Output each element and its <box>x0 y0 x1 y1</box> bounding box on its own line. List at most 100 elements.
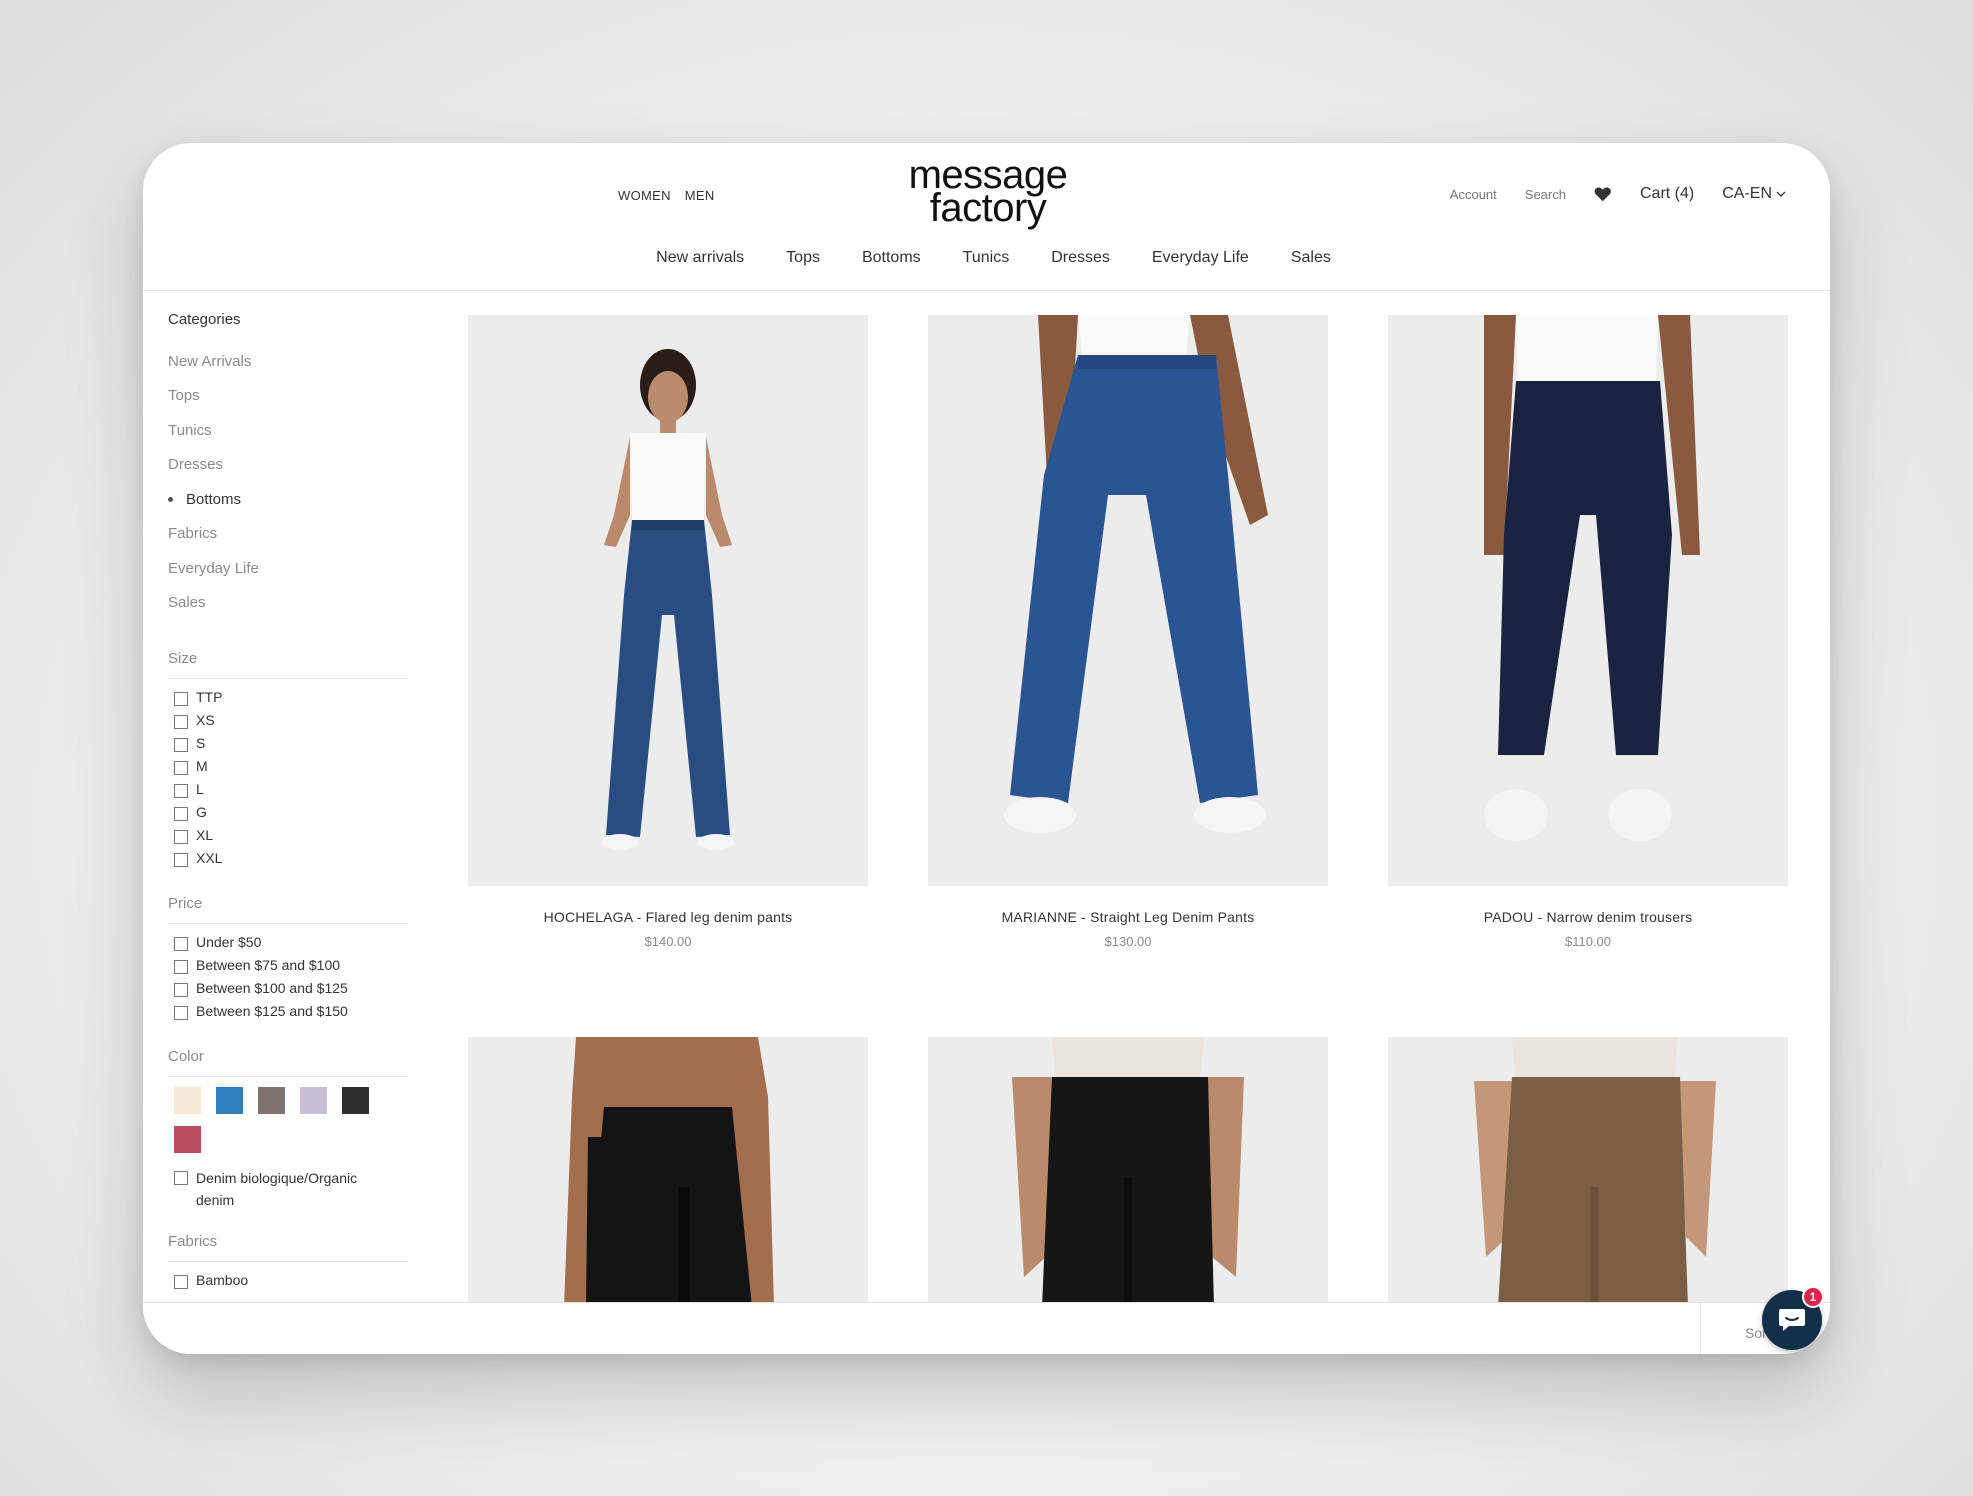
product-card[interactable]: MARIANNE - Straight Leg Denim Pants $130… <box>928 315 1328 949</box>
site-header: WOMEN MEN message factory Account Search… <box>143 143 1830 291</box>
product-card[interactable] <box>928 1037 1328 1307</box>
locale-selector[interactable]: CA-EN <box>1722 185 1786 203</box>
product-image[interactable] <box>1388 1037 1788 1307</box>
nav-bottoms[interactable]: Bottoms <box>862 249 921 267</box>
checkbox[interactable] <box>174 983 188 997</box>
chevron-down-icon <box>1776 191 1786 197</box>
category-tunics[interactable]: Tunics <box>168 413 408 448</box>
checkbox[interactable] <box>174 960 188 974</box>
checkbox[interactable] <box>174 1006 188 1020</box>
category-bottoms[interactable]: Bottoms <box>168 482 408 517</box>
fabric-label: Bamboo <box>196 1272 249 1288</box>
color-title: Color <box>168 1048 408 1077</box>
color-swatch[interactable] <box>216 1087 243 1114</box>
gender-nav: WOMEN MEN <box>618 188 715 203</box>
nav-tunics[interactable]: Tunics <box>963 249 1010 267</box>
nav-new-arrivals[interactable]: New arrivals <box>656 249 744 267</box>
product-name[interactable]: PADOU - Narrow denim trousers <box>1388 909 1788 925</box>
size-option[interactable]: M <box>168 758 408 781</box>
checkbox[interactable] <box>174 738 188 752</box>
size-title: Size <box>168 650 408 679</box>
site-logo[interactable]: message factory <box>898 155 1078 228</box>
product-name[interactable]: HOCHELAGA - Flared leg denim pants <box>468 909 868 925</box>
checkbox[interactable] <box>174 692 188 706</box>
fabrics-filter: Fabrics Bamboo <box>168 1233 408 1295</box>
product-card[interactable] <box>468 1037 868 1307</box>
size-option[interactable]: XS <box>168 712 408 735</box>
size-label: XS <box>196 712 215 728</box>
browser-frame: WOMEN MEN message factory Account Search… <box>143 143 1830 1354</box>
category-list: New Arrivals Tops Tunics Dresses Bottoms… <box>168 344 408 620</box>
size-option[interactable]: G <box>168 804 408 827</box>
price-label: Under $50 <box>196 934 262 950</box>
checkbox[interactable] <box>174 761 188 775</box>
cart-link[interactable]: Cart (4) <box>1640 185 1694 203</box>
category-new-arrivals[interactable]: New Arrivals <box>168 344 408 379</box>
account-link[interactable]: Account <box>1450 187 1497 202</box>
notification-badge: 1 <box>1802 1286 1824 1308</box>
checkbox[interactable] <box>174 853 188 867</box>
product-image[interactable] <box>928 1037 1328 1307</box>
price-label: Between $75 and $100 <box>196 957 341 973</box>
category-tops[interactable]: Tops <box>168 379 408 414</box>
nav-everyday-life[interactable]: Everyday Life <box>1152 249 1249 267</box>
nav-tops[interactable]: Tops <box>786 249 820 267</box>
chat-bubble-icon <box>1779 1309 1805 1331</box>
size-option[interactable]: L <box>168 781 408 804</box>
nav-women[interactable]: WOMEN <box>618 188 671 203</box>
price-title: Price <box>168 895 408 924</box>
checkbox[interactable] <box>174 784 188 798</box>
fabric-option[interactable]: Bamboo <box>168 1272 408 1295</box>
color-swatch[interactable] <box>174 1087 201 1114</box>
checkbox[interactable] <box>174 937 188 951</box>
product-card[interactable]: PADOU - Narrow denim trousers $110.00 <box>1388 315 1788 949</box>
color-swatch[interactable] <box>174 1126 201 1153</box>
size-option[interactable]: S <box>168 735 408 758</box>
utility-nav: Account Search Cart (4) CA-EN <box>1450 185 1786 203</box>
checkbox[interactable] <box>174 715 188 729</box>
size-label: G <box>196 804 207 820</box>
chat-button[interactable]: 1 <box>1762 1286 1824 1350</box>
checkbox[interactable] <box>174 807 188 821</box>
fabrics-title: Fabrics <box>168 1233 408 1262</box>
price-option[interactable]: Between $100 and $125 <box>168 980 408 1003</box>
product-image[interactable] <box>468 315 868 886</box>
size-filter: Size TTP XS S M L G XL XXL <box>168 650 408 873</box>
product-image[interactable] <box>1388 315 1788 886</box>
product-image[interactable] <box>468 1037 868 1307</box>
product-card[interactable]: HOCHELAGA - Flared leg denim pants $140.… <box>468 315 868 949</box>
checkbox[interactable] <box>174 830 188 844</box>
color-option[interactable]: Denim biologique/Organic denim <box>168 1167 408 1211</box>
wishlist-heart-icon[interactable] <box>1594 186 1612 202</box>
size-option[interactable]: XXL <box>168 850 408 873</box>
category-sales[interactable]: Sales <box>168 586 408 621</box>
size-option[interactable]: TTP <box>168 689 408 712</box>
product-price: $130.00 <box>1104 934 1152 949</box>
main-nav: New arrivals Tops Bottoms Tunics Dresses… <box>143 249 1830 267</box>
product-card[interactable] <box>1388 1037 1788 1307</box>
checkbox[interactable] <box>174 1275 188 1289</box>
nav-sales[interactable]: Sales <box>1291 249 1331 267</box>
search-link[interactable]: Search <box>1525 187 1566 202</box>
size-option[interactable]: XL <box>168 827 408 850</box>
category-dresses[interactable]: Dresses <box>168 448 408 483</box>
size-label: M <box>196 758 208 774</box>
price-option[interactable]: Under $50 <box>168 934 408 957</box>
price-filter: Price Under $50 Between $75 and $100 Bet… <box>168 895 408 1026</box>
product-image[interactable] <box>928 315 1328 886</box>
filter-sidebar: Categories New Arrivals Tops Tunics Dres… <box>168 311 408 1295</box>
color-option-label: Denim biologique/Organic denim <box>196 1170 358 1208</box>
nav-dresses[interactable]: Dresses <box>1051 249 1110 267</box>
category-fabrics[interactable]: Fabrics <box>168 517 408 552</box>
nav-men[interactable]: MEN <box>685 188 715 203</box>
checkbox[interactable] <box>174 1171 188 1185</box>
price-option[interactable]: Between $75 and $100 <box>168 957 408 980</box>
price-option[interactable]: Between $125 and $150 <box>168 1003 408 1026</box>
color-swatch[interactable] <box>258 1087 285 1114</box>
color-swatch[interactable] <box>300 1087 327 1114</box>
category-everyday-life[interactable]: Everyday Life <box>168 551 408 586</box>
categories-title: Categories <box>168 311 241 328</box>
color-swatch[interactable] <box>342 1087 369 1114</box>
size-label: TTP <box>196 689 223 705</box>
product-name[interactable]: MARIANNE - Straight Leg Denim Pants <box>928 909 1328 925</box>
